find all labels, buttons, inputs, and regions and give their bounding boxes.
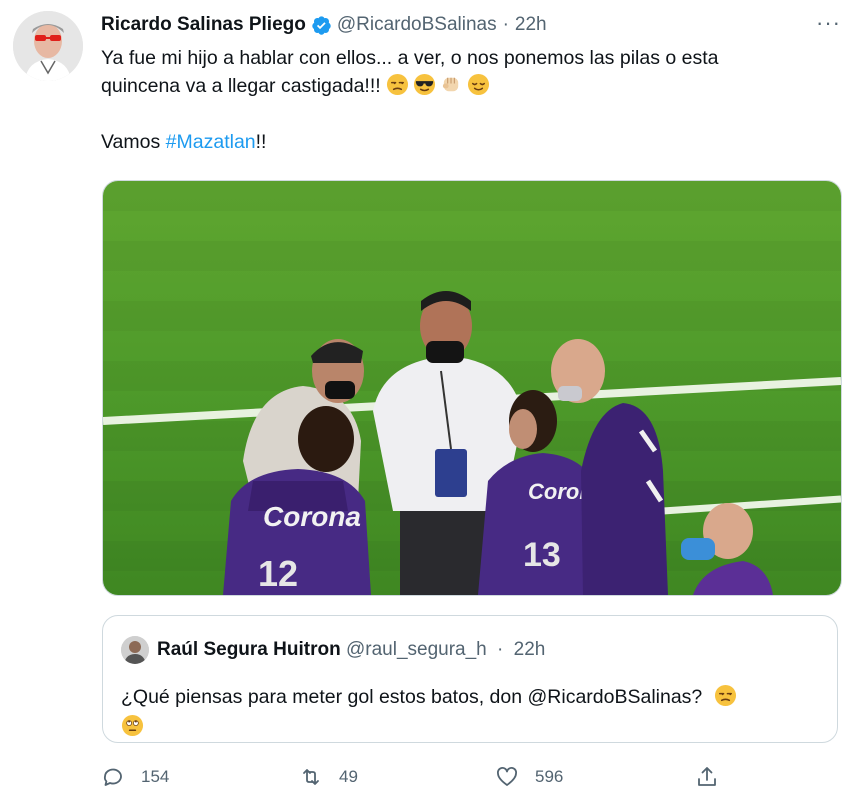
retweet-icon xyxy=(303,769,319,785)
fist-bump-icon xyxy=(442,77,459,92)
tweet-timestamp[interactable]: 22h xyxy=(515,14,547,36)
relieved-face-icon xyxy=(468,73,490,96)
quote-author-name[interactable]: Raúl Segura Huitron xyxy=(157,639,341,660)
tweet-text-line-3: Vamos #Mazatlan!! xyxy=(101,128,821,156)
quote-text-body: ¿Qué piensas para meter gol estos batos,… xyxy=(121,686,703,708)
unamused-face-icon xyxy=(714,684,736,707)
heart-icon xyxy=(497,767,517,786)
svg-text:Corona: Corona xyxy=(263,501,361,532)
like-button[interactable]: 596 xyxy=(495,760,563,794)
reply-icon xyxy=(103,768,122,786)
tweet-text-fragment: Vamos xyxy=(101,131,166,153)
tweet-actions: 154 49 596 xyxy=(101,760,741,794)
author-name[interactable]: Ricardo Salinas Pliego xyxy=(101,14,306,36)
author-avatar[interactable] xyxy=(13,11,83,81)
reply-count: 154 xyxy=(141,767,170,786)
share-icon xyxy=(698,767,716,786)
more-options-icon[interactable]: ··· xyxy=(816,10,841,36)
quote-author-handle[interactable]: @raul_segura_h xyxy=(346,639,487,660)
tweet-text-line: Ya fue mi hijo a hablar con ellos... a v… xyxy=(101,47,719,69)
quote-author-avatar[interactable] xyxy=(121,636,149,664)
separator-dot: · xyxy=(502,14,509,35)
quote-timestamp[interactable]: 22h xyxy=(514,639,546,660)
separator-dot: · xyxy=(497,639,504,660)
retweet-count: 49 xyxy=(339,767,358,786)
quoted-tweet[interactable]: Raúl Segura Huitron @raul_segura_h · 22h… xyxy=(102,615,838,743)
tweet-text-fragment: !! xyxy=(255,131,267,153)
sunglasses-face-icon xyxy=(414,73,436,96)
tweet-text-fragment: quincena va a llegar castigada!!! xyxy=(101,75,381,97)
verified-badge-icon xyxy=(312,15,331,35)
eye-roll-face-icon xyxy=(121,714,144,737)
svg-text:12: 12 xyxy=(258,553,298,594)
tweet-text-line-2: quincena va a llegar castigada!!! xyxy=(101,72,821,100)
tweet-header: Ricardo Salinas Pliego @RicardoBSalinas … xyxy=(101,11,847,39)
quote-header: Raúl Segura Huitron @raul_segura_h · 22h xyxy=(157,636,545,664)
like-count: 596 xyxy=(535,767,564,786)
svg-text:13: 13 xyxy=(523,536,561,574)
tweet-photo[interactable]: Corona 12 Corona 13 xyxy=(102,180,842,596)
reply-button[interactable]: 154 xyxy=(101,760,169,794)
tweet: Ricardo Salinas Pliego @RicardoBSalinas … xyxy=(0,0,867,800)
share-button[interactable] xyxy=(695,760,735,794)
unamused-face-icon xyxy=(387,73,409,96)
tweet-text: Ya fue mi hijo a hablar con ellos... a v… xyxy=(101,44,821,156)
quote-text: ¿Qué piensas para meter gol estos batos,… xyxy=(121,682,811,742)
retweet-button[interactable]: 49 xyxy=(299,760,358,794)
hashtag-link[interactable]: #Mazatlan xyxy=(166,131,256,153)
author-handle[interactable]: @RicardoBSalinas xyxy=(337,14,497,36)
